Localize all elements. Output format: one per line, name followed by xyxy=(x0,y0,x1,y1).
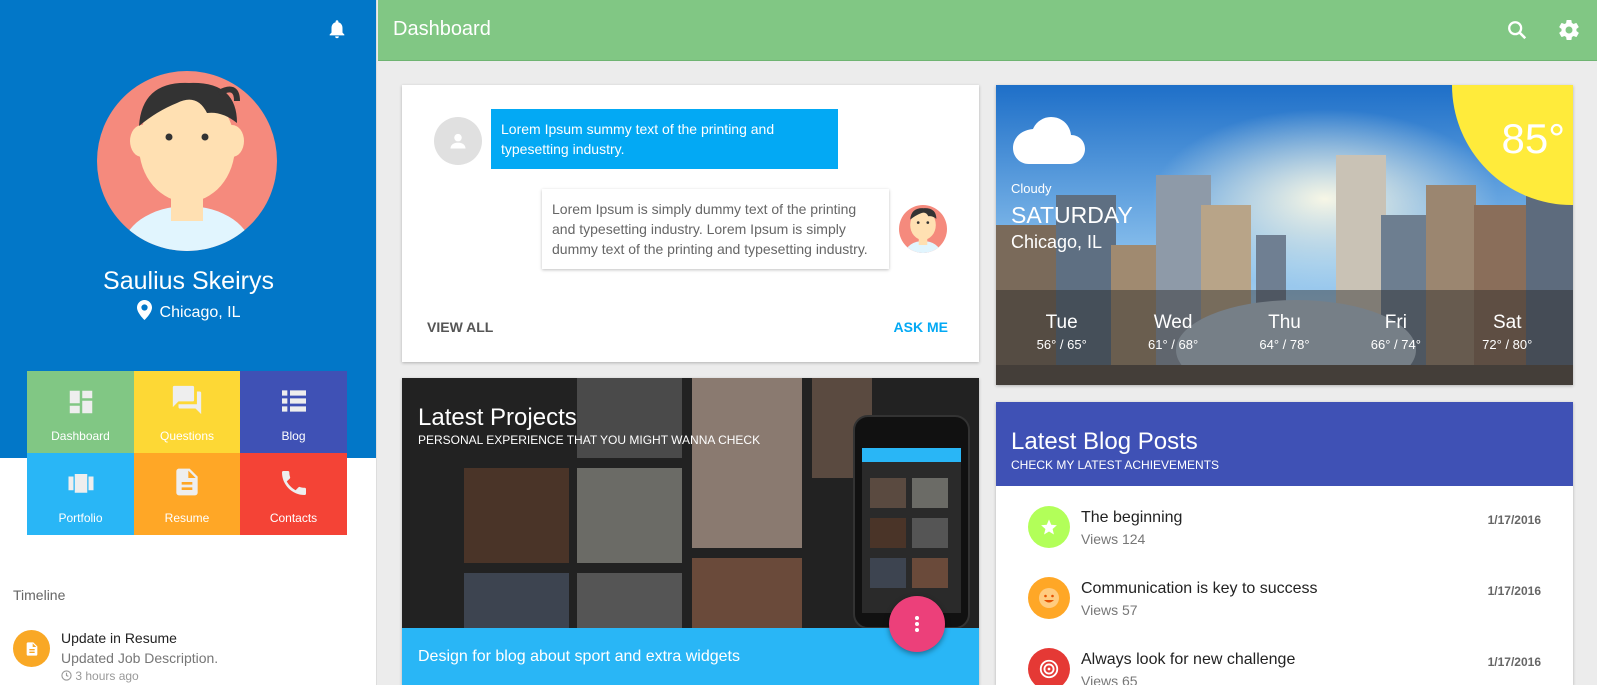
post-title: The beginning xyxy=(1081,509,1183,526)
post-date: 1/17/2016 xyxy=(1487,655,1541,669)
weather-condition: Cloudy xyxy=(1011,181,1052,196)
post-icon xyxy=(1028,506,1070,548)
timeline-heading: Timeline xyxy=(13,587,66,603)
person-icon xyxy=(450,133,466,149)
clock-icon xyxy=(61,670,72,681)
forecast-temps: 64° / 78° xyxy=(1259,337,1310,352)
forecast-day-name: Sat xyxy=(1492,312,1522,333)
timeline-item-subtitle: Updated Job Description. xyxy=(61,650,219,666)
timeline-item-time-text: 3 hours ago xyxy=(75,669,139,683)
post-views: Views 124 xyxy=(1081,531,1146,547)
blog-header: Latest Blog Posts CHECK MY LATEST ACHIEV… xyxy=(996,402,1573,486)
target-icon xyxy=(1039,659,1059,679)
star-icon xyxy=(1041,519,1057,535)
tile-label: Resume xyxy=(164,511,210,525)
cloud-icon xyxy=(1013,117,1085,164)
more-options-fab[interactable] xyxy=(889,596,945,652)
current-temperature: 85° xyxy=(1501,115,1565,162)
avatar xyxy=(899,205,947,253)
forecast-day-name: Thu xyxy=(1268,312,1301,333)
tile-questions[interactable]: Questions xyxy=(134,371,240,453)
tile-blog[interactable]: Blog xyxy=(240,371,347,453)
view-all-button[interactable]: VIEW ALL xyxy=(427,319,493,335)
blog-post-item[interactable]: Communication is key to success Views 57… xyxy=(996,577,1573,637)
forecast-strip: Tue 56° / 65° Wed 61° / 68° Thu 64° / 78° F… xyxy=(996,290,1573,385)
post-icon xyxy=(1028,577,1070,619)
projects-subtitle: PERSONAL EXPERIENCE THAT YOU MIGHT WANNA… xyxy=(418,433,761,447)
ask-me-button[interactable]: ASK ME xyxy=(894,319,948,335)
blog-subtitle: CHECK MY LATEST ACHIEVEMENTS xyxy=(1011,458,1220,472)
search-icon[interactable] xyxy=(1506,19,1528,41)
dashboard-icon xyxy=(69,390,92,414)
user-name: Saulius Skeirys xyxy=(103,267,274,295)
tile-label: Contacts xyxy=(269,511,318,525)
weather-day: SATURDAY xyxy=(1011,202,1133,228)
more-vert-icon xyxy=(915,616,919,632)
timeline-item-title[interactable]: Update in Resume xyxy=(61,630,177,646)
sidebar: Saulius Skeirys Chicago, IL Dashboard Qu… xyxy=(0,0,377,685)
nav-tiles: Dashboard Questions Blog Portfolio Resum… xyxy=(27,371,347,535)
post-date: 1/17/2016 xyxy=(1487,513,1541,527)
avatar xyxy=(97,71,277,251)
bell-icon[interactable] xyxy=(326,18,348,40)
blog-post-item[interactable]: The beginning Views 124 1/17/2016 xyxy=(996,506,1573,566)
blog-post-item[interactable]: Always look for new challenge Views 65 1… xyxy=(996,648,1573,685)
post-date: 1/17/2016 xyxy=(1487,584,1541,598)
smile-icon xyxy=(1039,588,1059,608)
gear-icon[interactable] xyxy=(1557,18,1581,42)
forecast-day: Tue 56° / 65° xyxy=(1037,290,1087,385)
forecast-temps: 61° / 68° xyxy=(1148,337,1199,352)
project-caption: Design for blog about sport and extra wi… xyxy=(418,648,740,665)
post-views: Views 57 xyxy=(1081,602,1138,618)
projects-title: Latest Projects xyxy=(418,404,577,431)
forecast-day: Sat 72° / 80° xyxy=(1482,290,1532,385)
document-icon xyxy=(26,641,37,656)
tile-resume[interactable]: Resume xyxy=(134,453,240,535)
forum-icon xyxy=(172,385,202,415)
forecast-day: Fri 66° / 74° xyxy=(1371,290,1421,385)
tile-contacts[interactable]: Contacts xyxy=(240,453,347,535)
tile-label: Portfolio xyxy=(58,511,103,525)
weather-city: Chicago, IL xyxy=(1011,232,1103,252)
user-location: Chicago, IL xyxy=(0,300,376,322)
forecast-temps: 72° / 80° xyxy=(1482,337,1533,352)
blog-posts-card: Latest Blog Posts CHECK MY LATEST ACHIEV… xyxy=(996,402,1573,685)
phone-icon xyxy=(281,471,306,495)
chat-message-incoming: Lorem Ipsum summy text of the printing a… xyxy=(491,109,838,169)
chat-message-outgoing: Lorem Ipsum is simply dummy text of the … xyxy=(542,189,889,269)
blog-title: Latest Blog Posts xyxy=(1011,428,1198,455)
location-pin-icon xyxy=(136,300,152,320)
tile-portfolio[interactable]: Portfolio xyxy=(27,453,134,535)
tile-label: Blog xyxy=(281,429,306,443)
post-icon xyxy=(1028,648,1070,685)
timeline-item-icon xyxy=(13,630,50,667)
forecast-day-name: Fri xyxy=(1384,312,1407,333)
forecast-day: Thu 64° / 78° xyxy=(1259,290,1309,385)
forecast-day-name: Wed xyxy=(1153,312,1193,333)
list-icon xyxy=(281,390,306,412)
page-title: Dashboard xyxy=(393,18,491,40)
post-title: Always look for new challenge xyxy=(1081,651,1296,668)
avatar xyxy=(434,117,482,165)
forecast-temps: 56° / 65° xyxy=(1036,337,1087,352)
chat-card: Lorem Ipsum summy text of the printing a… xyxy=(402,85,979,362)
tile-dashboard[interactable]: Dashboard xyxy=(27,371,134,453)
forecast-day-name: Tue xyxy=(1045,312,1078,333)
forecast-temps: 66° / 74° xyxy=(1370,337,1421,352)
projects-card: Latest Projects PERSONAL EXPERIENCE THAT… xyxy=(402,378,979,685)
user-location-text: Chicago, IL xyxy=(159,304,241,321)
forecast-day: Wed 61° / 68° xyxy=(1148,290,1198,385)
post-views: Views 65 xyxy=(1081,673,1138,685)
top-app-bar: Dashboard xyxy=(378,0,1597,61)
tile-label: Dashboard xyxy=(51,429,110,443)
document-icon xyxy=(176,468,198,496)
carousel-icon xyxy=(68,474,93,493)
weather-card: 85° Cloudy SATURDAY Chicago, IL Tue 56° /… xyxy=(996,85,1573,385)
tile-label: Questions xyxy=(159,429,215,443)
timeline-item-time: 3 hours ago xyxy=(61,669,139,683)
post-title: Communication is key to success xyxy=(1081,580,1318,597)
